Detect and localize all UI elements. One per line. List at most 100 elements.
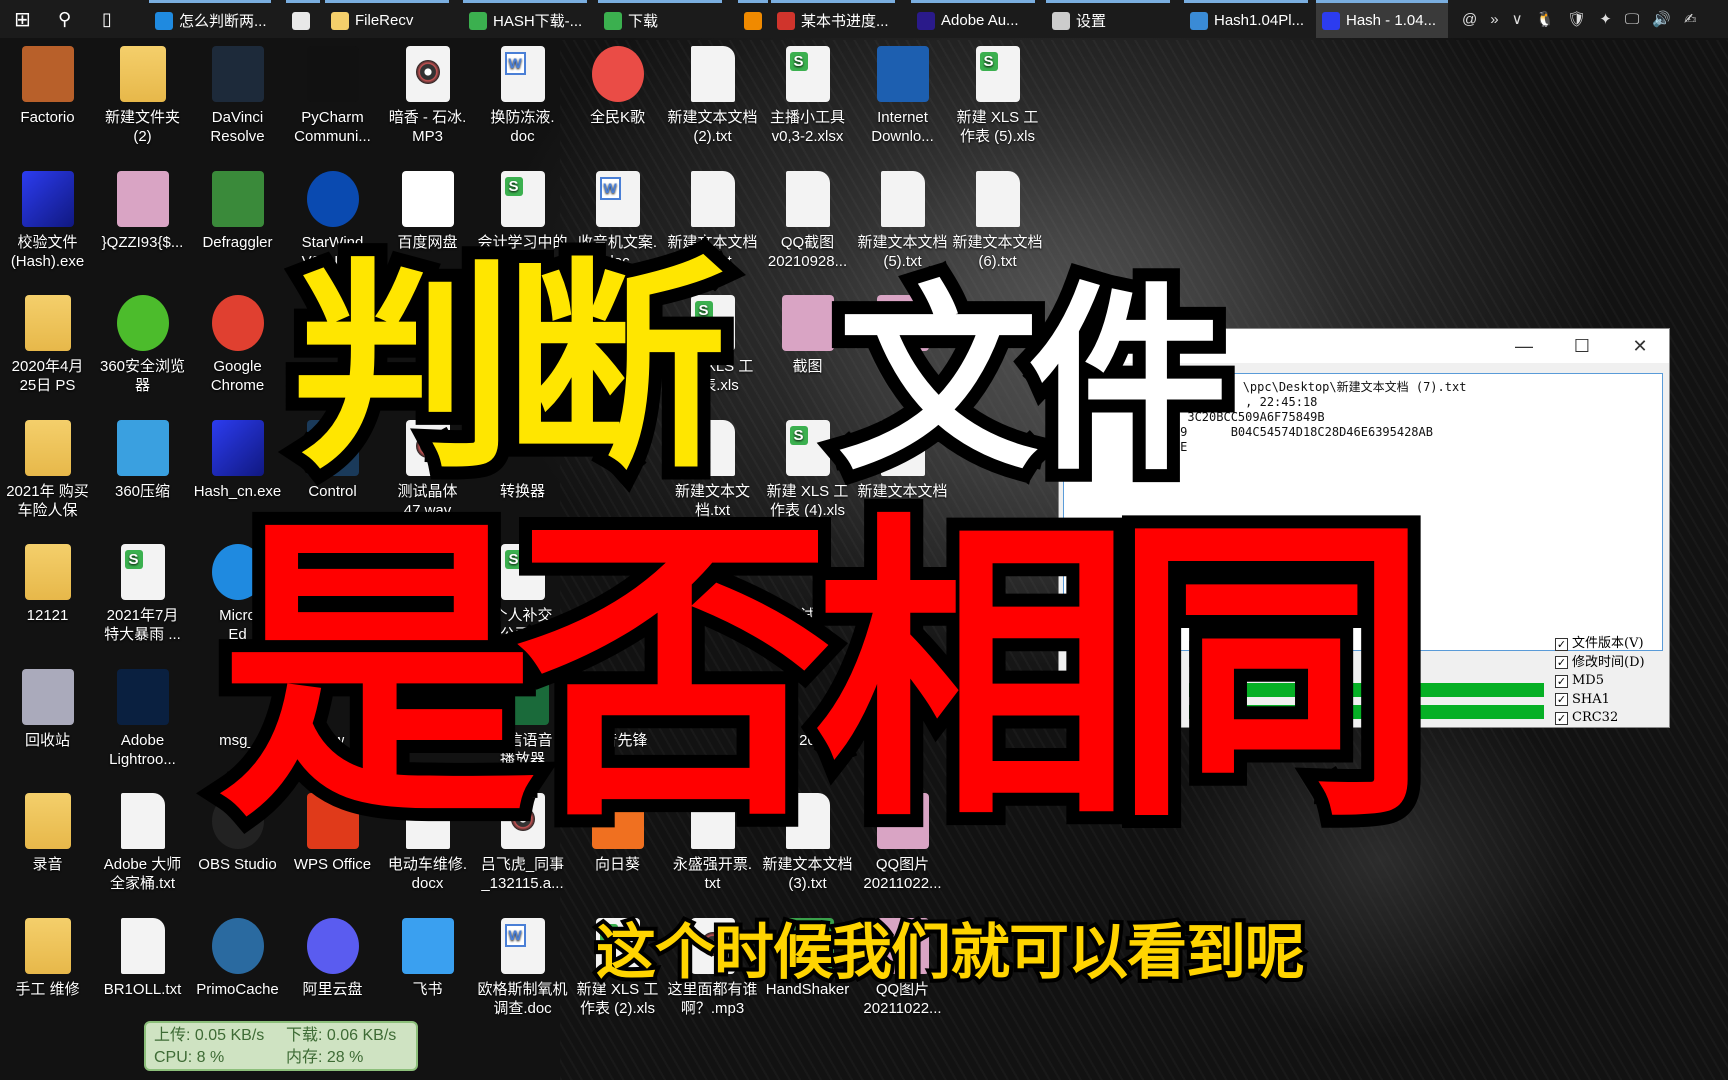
taskbar-item[interactable]: Hash1.04Pl... — [1184, 0, 1308, 38]
desktop-icon[interactable]: 换防冻液.doc — [475, 46, 570, 146]
option-checkbox[interactable]: ✓ CRC32 — [1555, 709, 1645, 728]
maximize-button[interactable]: ☐ — [1553, 336, 1611, 357]
close-button[interactable]: ✕ — [1611, 336, 1669, 357]
desktop-icon[interactable]: PyCharm Communi... — [285, 46, 380, 146]
desktop-icon[interactable]: 新建文本文档 (5).txt — [855, 170, 950, 271]
desktop-icon-label: 换防冻液. doc — [490, 109, 555, 145]
desktop-icon-label: Adobe 大师 全家桶.txt — [103, 856, 182, 892]
desktop-icon[interactable]: BR1OLL.txt — [95, 917, 190, 999]
desktop-icon[interactable]: 主播小工具v0,3-2.xlsx — [760, 46, 855, 146]
desktop-icon-label: 暗香 - 石冰. MP3 — [388, 109, 467, 145]
doc-icon — [120, 917, 165, 974]
tray-icon[interactable]: 🐧 — [1536, 10, 1555, 28]
tray-icon[interactable]: 🛡 — [1567, 10, 1586, 28]
option-checkbox[interactable]: ✓ MD5 — [1555, 672, 1645, 691]
taskbar-item-label: 怎么判断两... — [179, 13, 267, 30]
gear-icon — [21, 46, 74, 102]
checkbox-icon[interactable]: ✓ — [1555, 711, 1568, 725]
desktop-icon[interactable]: 360压缩 — [95, 419, 190, 501]
aliyun-icon — [306, 917, 359, 974]
taskbar-item[interactable]: FileRecv — [325, 0, 449, 38]
media-icon — [405, 46, 450, 102]
desktop-icon-label: 新建 XLS 工作表 (5).xls — [956, 109, 1039, 145]
checkbox-icon[interactable]: ✓ — [1555, 637, 1568, 651]
desktop-icon[interactable]: QQ截图 20210928... — [760, 170, 855, 271]
desktop-icon[interactable]: }QZZI93{$... — [95, 170, 190, 252]
browser-360-icon — [604, 11, 622, 30]
desktop-icon[interactable]: 12121 — [0, 544, 95, 625]
edge-icon — [155, 11, 173, 30]
desktop-icon-label: 回收站 — [24, 731, 70, 749]
desktop-icon[interactable]: Internet Downlo... — [855, 46, 950, 146]
desktop-icon[interactable]: 欧格斯制氧机调查.doc — [475, 917, 570, 1018]
desktop-icon[interactable]: DaVinci Resolve — [190, 46, 285, 146]
taskbar-item[interactable]: Hash - 1.04... — [1316, 0, 1448, 38]
desktop-icon[interactable]: 2020年4月 25日 PS — [0, 295, 95, 395]
taskbar-item[interactable] — [738, 0, 768, 38]
taskbar-item[interactable]: 设置 — [1046, 0, 1170, 38]
taskbar-item[interactable]: 某本书进度... — [771, 0, 895, 38]
winrar-icon — [1190, 11, 1208, 30]
task-view-button[interactable]: ▯ — [96, 0, 126, 38]
start-button[interactable]: ⊞ — [8, 0, 38, 38]
result-line: 3C20BCC509A6F75849B — [1144, 410, 1325, 424]
tray-icon[interactable]: ✦ — [1599, 10, 1612, 28]
taskbar-item[interactable] — [286, 0, 320, 38]
desktop-icon-label: 手工 维修 — [15, 980, 80, 998]
desktop-icon[interactable]: 新建 XLS 工作表 (5).xls — [950, 46, 1045, 146]
option-checkbox[interactable]: ✓ 文件版本(V) — [1555, 635, 1645, 654]
minimize-button[interactable]: — — [1495, 336, 1553, 357]
desktop-icon[interactable]: 阿里云盘 — [285, 917, 380, 999]
desktop-icon[interactable]: 录音 — [0, 793, 95, 874]
checkbox-icon[interactable]: ✓ — [1555, 693, 1568, 707]
taskbar: ⊞ ⚲ ▯ 怎么判断两... FileRecv HASH下载-... 下载 某本书进度.… — [0, 0, 1728, 38]
desktop-icon[interactable]: 新建文本文档 (2).txt — [665, 46, 760, 146]
word-icon — [500, 917, 545, 974]
network-monitor-widget[interactable]: 上传: 0.05 KB/s 下载: 0.06 KB/s CPU: 8 % 内存:… — [144, 1021, 418, 1071]
desktop-icon-label: 录音 — [32, 856, 63, 873]
desktop-icon[interactable]: 全民K歌 — [570, 46, 665, 127]
desktop-icon[interactable]: 暗香 - 石冰. MP3 — [380, 46, 475, 146]
desktop-icon[interactable]: 新建文件夹 (2) — [95, 46, 190, 146]
desktop-icon-label: 吕飞虎_同事 _132115.a... — [480, 856, 565, 892]
desktop-icon[interactable]: Adobe Lightroo... — [95, 668, 190, 769]
taskbar-item[interactable]: Adobe Au... — [911, 0, 1035, 38]
desktop-icon-label: 2021年7月 特大暴雨 ... — [104, 607, 181, 643]
checkbox-icon[interactable]: ✓ — [1555, 656, 1568, 670]
tray-icon[interactable]: » — [1490, 11, 1498, 28]
desktop-icon[interactable]: Google Chrome — [190, 295, 285, 395]
folder-icon — [331, 11, 349, 30]
desktop-icon[interactable]: 360安全浏览器 — [95, 295, 190, 395]
desktop-icon-label: Defraggler — [202, 233, 273, 251]
desktop-icon[interactable]: 飞书 — [380, 917, 475, 999]
desktop-icon[interactable]: Factorio — [0, 46, 95, 127]
tray-icon[interactable]: 🔊 — [1652, 10, 1671, 28]
desktop-icon[interactable]: 回收站 — [0, 668, 95, 750]
taskbar-item[interactable]: 下载 — [598, 0, 722, 38]
tray-icon[interactable]: 🖵 — [1625, 11, 1639, 28]
tray-icon[interactable]: ∨ — [1512, 10, 1523, 28]
desktop-icon-label: Google Chrome — [210, 358, 265, 394]
desktop-icon[interactable]: Defraggler — [190, 170, 285, 252]
tray-icon[interactable]: @ — [1462, 11, 1477, 28]
img-icon — [116, 170, 169, 227]
doc-icon — [690, 46, 735, 102]
desktop-icon[interactable]: 2021年 购买 车险人保 — [0, 419, 95, 520]
option-checkbox[interactable]: ✓ 修改时间(D) — [1555, 654, 1645, 673]
word-icon — [500, 46, 545, 102]
davinci-icon — [211, 46, 264, 102]
desktop-icon[interactable]: 2021年7月特大暴雨 ... — [95, 544, 190, 644]
checkbox-icon[interactable]: ✓ — [1555, 674, 1568, 688]
taskbar-item[interactable]: 怎么判断两... — [149, 0, 271, 38]
search-button[interactable]: ⚲ — [52, 0, 82, 38]
folder-icon — [119, 46, 166, 102]
defrag-icon — [211, 170, 264, 227]
desktop-icon[interactable]: PrimoCache — [190, 917, 285, 999]
desktop-icon[interactable]: 手工 维修 — [0, 917, 95, 999]
taskbar-item[interactable]: HASH下载-... — [463, 0, 587, 38]
desktop-icon[interactable]: 校验文件 (Hash).exe — [0, 170, 95, 271]
tray-icon[interactable]: ✍ — [1684, 10, 1697, 28]
desktop-icon[interactable]: 新建文本文档 (6).txt — [950, 170, 1045, 271]
option-checkbox[interactable]: ✓ SHA1 — [1555, 691, 1645, 710]
desktop-icon[interactable]: Adobe 大师 全家桶.txt — [95, 793, 190, 893]
